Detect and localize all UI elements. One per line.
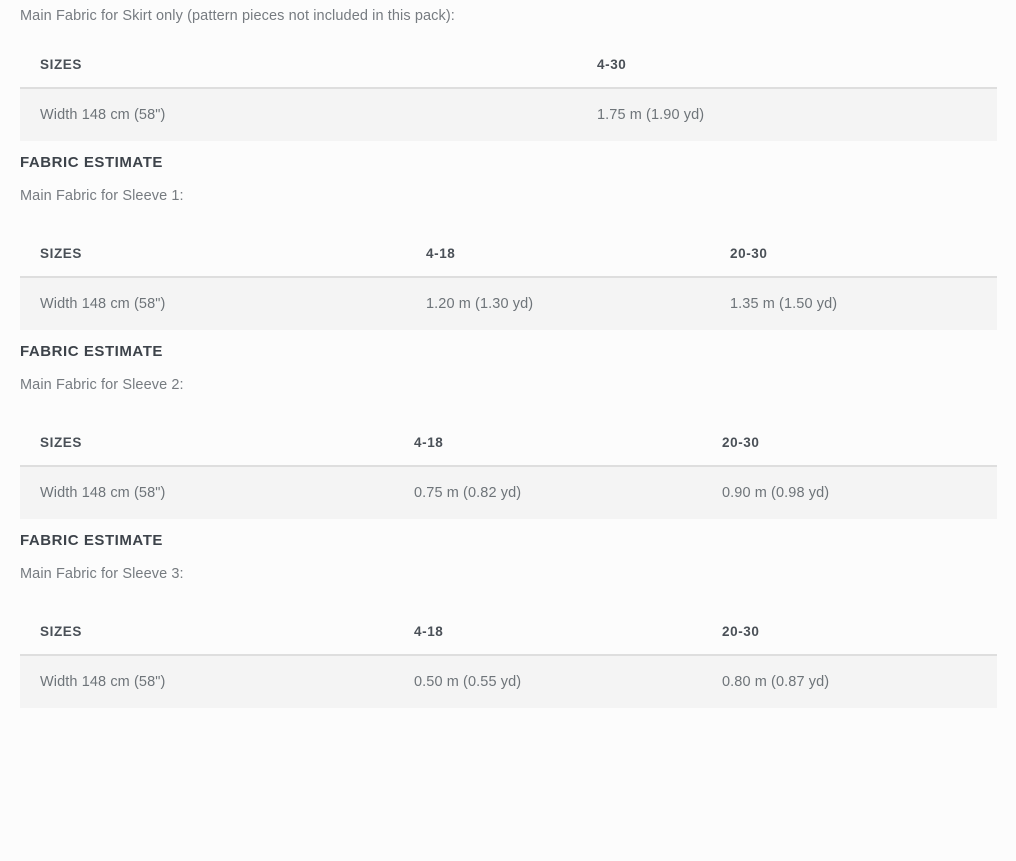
cell-fabric-width: Width 148 cm (58") (20, 654, 394, 708)
table-head: SIZES 4-18 20-30 (20, 608, 997, 655)
table-row: Width 148 cm (58") 1.75 m (1.90 yd) (20, 87, 997, 141)
cell-fabric-amount-2: 1.35 m (1.50 yd) (710, 276, 997, 330)
table-body: Width 148 cm (58") 0.50 m (0.55 yd) 0.80… (20, 654, 997, 708)
fabric-table-sleeve-1: SIZES 4-18 20-30 Width 148 cm (58") 1.20… (20, 230, 997, 330)
section-paragraph-sleeve-2: Main Fabric for Sleeve 2: (20, 377, 184, 393)
section-heading-fabric-estimate-sleeve-1: FABRIC ESTIMATE (20, 154, 163, 171)
column-header-size-range-1: 4-18 (406, 230, 710, 277)
column-header-size-range-2: 20-30 (702, 608, 997, 655)
column-header-size-range-1: 4-18 (394, 419, 702, 466)
table-header-row: SIZES 4-18 20-30 (20, 230, 997, 277)
table-head: SIZES 4-30 (20, 41, 997, 88)
table-body: Width 148 cm (58") 0.75 m (0.82 yd) 0.90… (20, 465, 997, 519)
table-header-row: SIZES 4-18 20-30 (20, 608, 997, 655)
cell-fabric-width: Width 148 cm (58") (20, 465, 394, 519)
cell-fabric-amount-1: 1.75 m (1.90 yd) (577, 87, 997, 141)
fabric-estimate-page: Main Fabric for Skirt only (pattern piec… (0, 0, 1016, 708)
table-row: Width 148 cm (58") 0.75 m (0.82 yd) 0.90… (20, 465, 997, 519)
table-row: Width 148 cm (58") 0.50 m (0.55 yd) 0.80… (20, 654, 997, 708)
table-header-row: SIZES 4-18 20-30 (20, 419, 997, 466)
table-header-row: SIZES 4-30 (20, 41, 997, 88)
cell-fabric-amount-1: 0.50 m (0.55 yd) (394, 654, 702, 708)
column-header-sizes: SIZES (20, 608, 394, 655)
column-header-sizes: SIZES (20, 419, 394, 466)
cell-fabric-amount-2: 0.80 m (0.87 yd) (702, 654, 997, 708)
cell-fabric-amount-1: 1.20 m (1.30 yd) (406, 276, 710, 330)
table-body: Width 148 cm (58") 1.75 m (1.90 yd) (20, 87, 997, 141)
table-body: Width 148 cm (58") 1.20 m (1.30 yd) 1.35… (20, 276, 997, 330)
cell-fabric-width: Width 148 cm (58") (20, 87, 577, 141)
cell-fabric-amount-2: 0.90 m (0.98 yd) (702, 465, 997, 519)
table-head: SIZES 4-18 20-30 (20, 419, 997, 466)
cell-fabric-amount-1: 0.75 m (0.82 yd) (394, 465, 702, 519)
column-header-sizes: SIZES (20, 230, 406, 277)
column-header-size-range-1: 4-30 (577, 41, 997, 88)
column-header-size-range-2: 20-30 (710, 230, 997, 277)
fabric-table-sleeve-3: SIZES 4-18 20-30 Width 148 cm (58") 0.50… (20, 608, 997, 708)
column-header-sizes: SIZES (20, 41, 577, 88)
table-head: SIZES 4-18 20-30 (20, 230, 997, 277)
section-paragraph-sleeve-3: Main Fabric for Sleeve 3: (20, 566, 184, 582)
fabric-table-skirt: SIZES 4-30 Width 148 cm (58") 1.75 m (1.… (20, 41, 997, 141)
column-header-size-range-1: 4-18 (394, 608, 702, 655)
section-heading-fabric-estimate-sleeve-2: FABRIC ESTIMATE (20, 343, 163, 360)
section-heading-fabric-estimate-sleeve-3: FABRIC ESTIMATE (20, 532, 163, 549)
intro-paragraph: Main Fabric for Skirt only (pattern piec… (20, 8, 455, 24)
table-row: Width 148 cm (58") 1.20 m (1.30 yd) 1.35… (20, 276, 997, 330)
section-paragraph-sleeve-1: Main Fabric for Sleeve 1: (20, 188, 184, 204)
column-header-size-range-2: 20-30 (702, 419, 997, 466)
cell-fabric-width: Width 148 cm (58") (20, 276, 406, 330)
fabric-table-sleeve-2: SIZES 4-18 20-30 Width 148 cm (58") 0.75… (20, 419, 997, 519)
